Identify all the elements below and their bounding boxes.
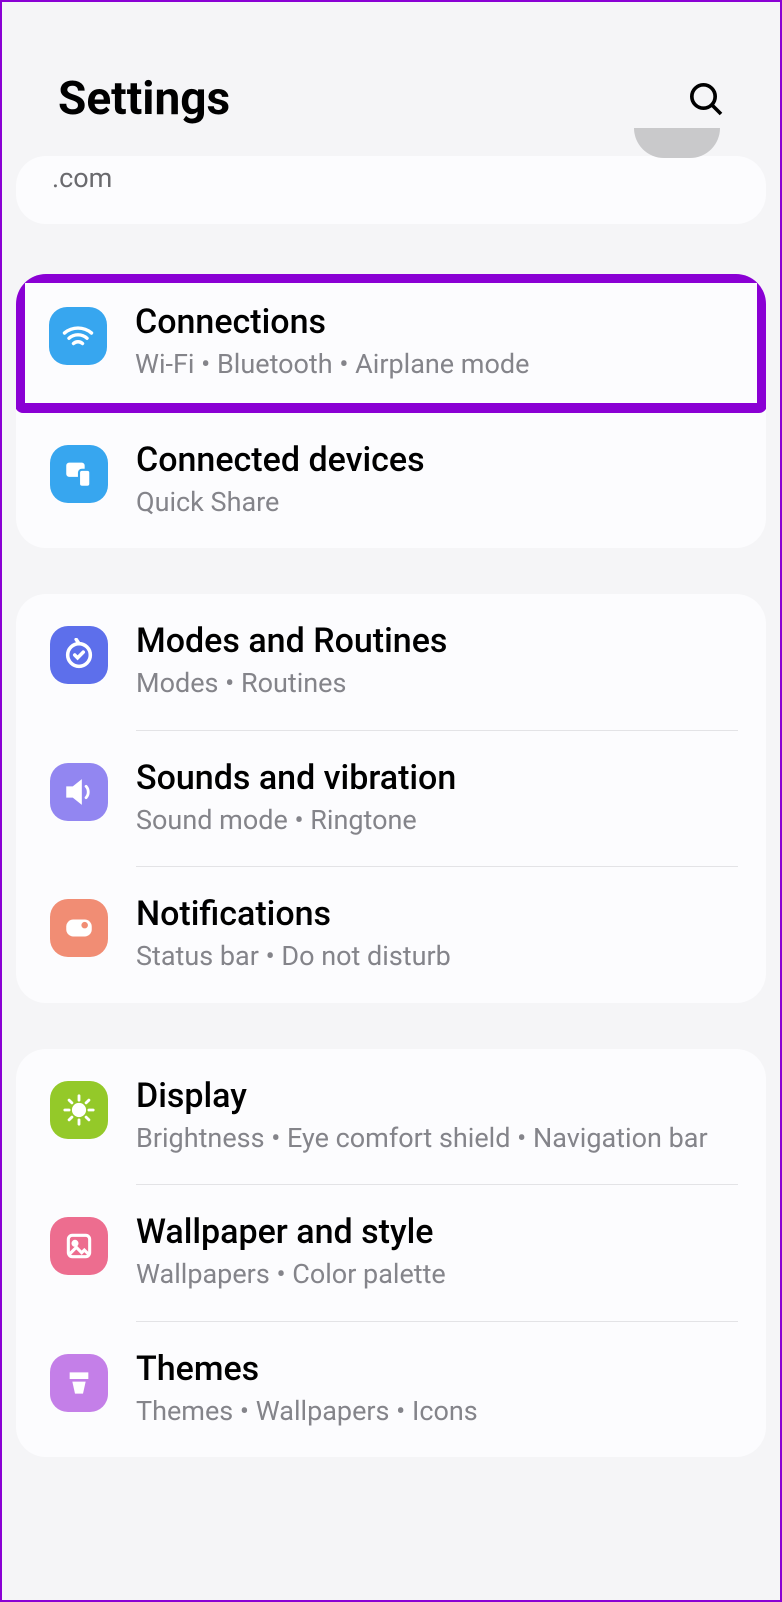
item-title: Notifications [136,895,738,934]
wifi-icon [49,307,107,365]
item-subtitle: Status bar • Do not disturb [136,938,738,974]
item-title: Modes and Routines [136,622,738,661]
settings-item-connected-devices[interactable]: Connected devices Quick Share [16,413,766,549]
item-title: Display [136,1077,738,1116]
item-subtitle: Wi-Fi • Bluetooth • Airplane mode [135,346,729,382]
themes-icon [50,1354,108,1412]
settings-item-modes-routines[interactable]: Modes and Routines Modes • Routines [16,594,766,730]
search-button[interactable] [682,75,730,123]
item-subtitle: Sound mode • Ringtone [136,802,738,838]
account-email-remnant: .com [52,162,112,194]
settings-group-display: Display Brightness • Eye comfort shield … [16,1049,766,1458]
item-subtitle: Quick Share [136,484,738,520]
notification-icon [50,899,108,957]
brightness-icon [50,1081,108,1139]
settings-item-notifications[interactable]: Notifications Status bar • Do not distur… [16,867,766,1003]
settings-item-connections[interactable]: Connections Wi-Fi • Bluetooth • Airplane… [16,274,766,413]
item-title: Connections [135,303,729,342]
devices-icon [50,445,108,503]
item-subtitle: Themes • Wallpapers • Icons [136,1393,738,1429]
routines-icon [50,626,108,684]
settings-group-modes: Modes and Routines Modes • Routines Soun… [16,594,766,1003]
page-title: Settings [58,72,230,126]
account-card[interactable]: .com [16,156,766,224]
item-subtitle: Modes • Routines [136,665,738,701]
item-subtitle: Brightness • Eye comfort shield • Naviga… [136,1120,738,1156]
settings-item-themes[interactable]: Themes Themes • Wallpapers • Icons [16,1322,766,1458]
settings-group-connections: Connections Wi-Fi • Bluetooth • Airplane… [16,274,766,548]
item-title: Sounds and vibration [136,759,738,798]
search-icon [686,79,726,119]
settings-item-sounds-vibration[interactable]: Sounds and vibration Sound mode • Ringto… [16,731,766,867]
item-title: Connected devices [136,441,738,480]
item-subtitle: Wallpapers • Color palette [136,1256,738,1292]
wallpaper-icon [50,1217,108,1275]
item-title: Wallpaper and style [136,1213,738,1252]
settings-item-wallpaper-style[interactable]: Wallpaper and style Wallpapers • Color p… [16,1185,766,1321]
sound-icon [50,763,108,821]
item-title: Themes [136,1350,738,1389]
settings-item-display[interactable]: Display Brightness • Eye comfort shield … [16,1049,766,1185]
